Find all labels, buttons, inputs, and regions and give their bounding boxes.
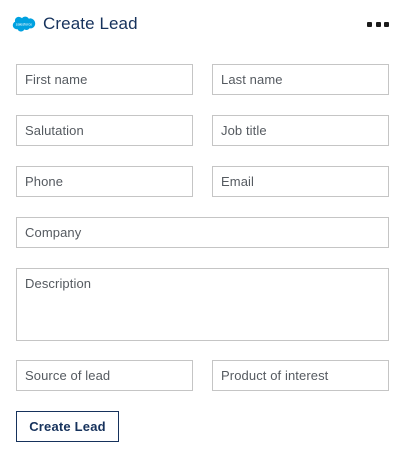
email-input[interactable]: Email — [212, 166, 389, 197]
first-name-input[interactable]: First name — [16, 64, 193, 95]
company-placeholder: Company — [25, 225, 82, 240]
description-placeholder: Description — [25, 276, 92, 291]
salutation-input[interactable]: Salutation — [16, 115, 193, 146]
first-name-placeholder: First name — [25, 72, 88, 87]
product-of-interest-placeholder: Product of interest — [221, 368, 329, 383]
salutation-placeholder: Salutation — [25, 123, 84, 138]
logo-text: salesforce — [16, 23, 32, 27]
phone-input[interactable]: Phone — [16, 166, 193, 197]
last-name-input[interactable]: Last name — [212, 64, 389, 95]
ellipsis-icon-dot — [375, 21, 381, 27]
last-name-placeholder: Last name — [221, 72, 283, 87]
description-textarea[interactable]: Description — [16, 268, 389, 341]
more-options-button[interactable] — [367, 17, 389, 31]
salesforce-logo-icon: salesforce — [12, 16, 36, 32]
source-of-lead-placeholder: Source of lead — [25, 368, 111, 383]
source-of-lead-input[interactable]: Source of lead — [16, 360, 193, 391]
job-title-placeholder: Job title — [221, 123, 267, 138]
product-of-interest-input[interactable]: Product of interest — [212, 360, 389, 391]
page-title: Create Lead — [43, 14, 138, 33]
job-title-input[interactable]: Job title — [212, 115, 389, 146]
create-lead-button[interactable]: Create Lead — [16, 411, 119, 442]
phone-placeholder: Phone — [25, 174, 64, 189]
create-lead-card: salesforce Create Lead First name Last n… — [0, 0, 405, 472]
company-input[interactable]: Company — [16, 217, 389, 248]
ellipsis-icon-dot — [384, 21, 389, 27]
ellipsis-icon — [367, 21, 372, 27]
email-placeholder: Email — [221, 174, 255, 189]
card-header: salesforce Create Lead — [12, 12, 389, 36]
